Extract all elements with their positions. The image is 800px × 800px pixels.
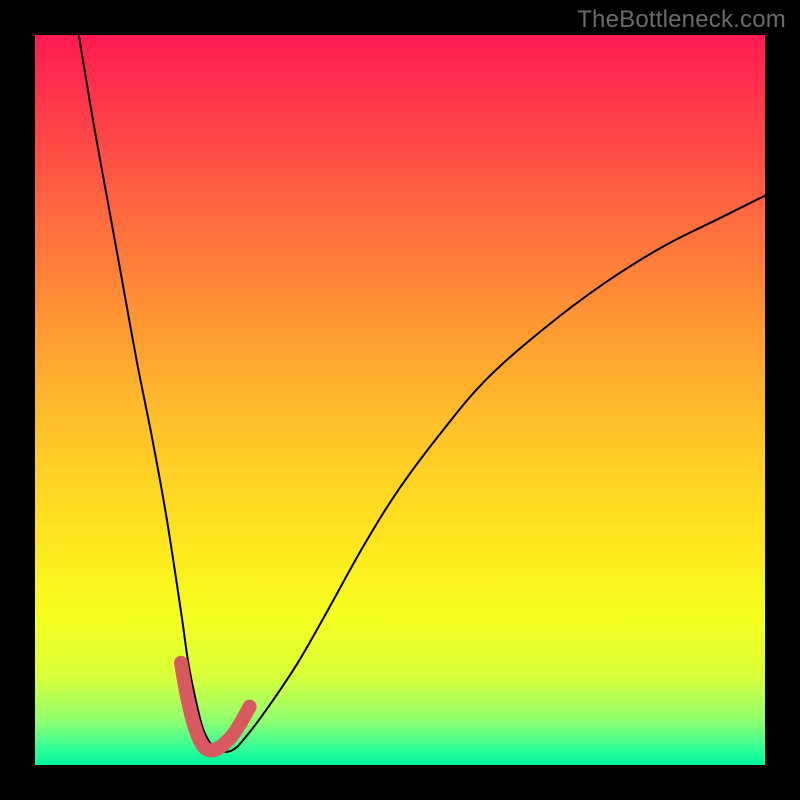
watermark-label: TheBottleneck.com: [577, 6, 786, 34]
gradient-background: [35, 35, 765, 765]
chart-frame: TheBottleneck.com: [0, 0, 800, 800]
